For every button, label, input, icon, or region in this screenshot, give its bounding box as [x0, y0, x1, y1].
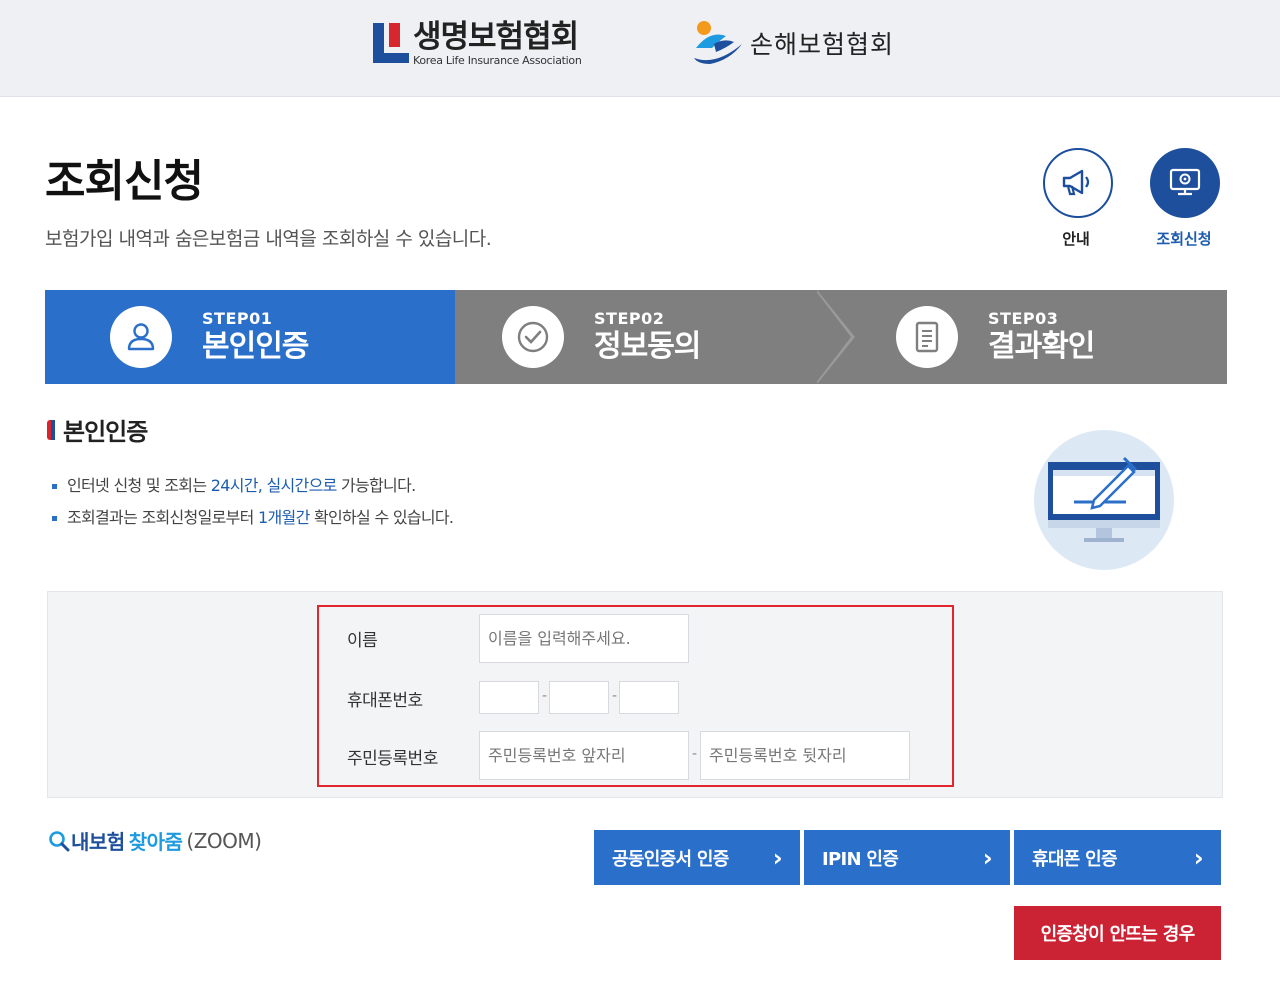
chevron-right-icon: ›	[982, 843, 993, 872]
step-1-name: 본인인증	[202, 329, 309, 364]
step-2-name: 정보동의	[594, 329, 701, 364]
rrn-back-input[interactable]	[700, 731, 910, 780]
step-1: STEP01 본인인증	[110, 290, 309, 384]
rrn-separator: -	[692, 746, 698, 762]
ipin-auth-label: IPIN 인증	[822, 848, 899, 870]
certificate-auth-label: 공동인증서 인증	[612, 848, 729, 870]
guide-label[interactable]: 안내	[1036, 228, 1116, 249]
step-progress-bar: STEP01 본인인증 STEP02 정보동의 STEP03 결과확인	[45, 290, 1227, 384]
request-button[interactable]	[1150, 148, 1220, 218]
section-title: 본인인증	[47, 412, 148, 447]
auth-window-help-button[interactable]: 인증창이 안뜨는 경우	[1014, 906, 1221, 960]
nonlife-logo-mark	[694, 21, 742, 64]
phone-label: 휴대폰번호	[347, 691, 423, 711]
name-label: 이름	[347, 631, 378, 651]
step-2: STEP02 정보동의	[502, 290, 701, 384]
notice-item: 조회결과는 조회신청일로부터 1개월간 확인하실 수 있습니다.	[52, 502, 454, 534]
life-insurance-logo[interactable]: 생명보험협회 Korea Life Insurance Association	[371, 20, 582, 68]
life-logo-text: 생명보험협회	[413, 19, 579, 55]
phone-auth-button[interactable]: 휴대폰 인증 ›	[1014, 830, 1221, 885]
step-2-number: STEP02	[594, 309, 665, 328]
bullet-icon	[52, 516, 57, 521]
monitor-search-icon	[1169, 168, 1201, 196]
phone-input-1[interactable]	[479, 681, 539, 714]
phone-input-3[interactable]	[619, 681, 679, 714]
page-subtitle: 보험가입 내역과 숨은보험금 내역을 조회하실 수 있습니다.	[45, 228, 492, 250]
phone-separator: -	[542, 688, 548, 704]
chevron-right-icon: ›	[1193, 843, 1204, 872]
rrn-label: 주민등록번호	[347, 749, 438, 769]
top-header: 생명보험협회 Korea Life Insurance Association …	[0, 0, 1280, 97]
step-1-number: STEP01	[202, 309, 273, 328]
certificate-auth-button[interactable]: 공동인증서 인증 ›	[594, 830, 800, 885]
step-3-number: STEP03	[988, 309, 1059, 328]
rrn-front-input[interactable]	[479, 731, 689, 780]
zoom-link-text-3: (ZOOM)	[186, 828, 262, 853]
monitor-illustration-icon	[1034, 430, 1174, 570]
chevron-right-icon: ›	[772, 843, 783, 872]
nonlife-insurance-logo[interactable]: 손해보험협회	[690, 18, 894, 68]
check-circle-icon	[502, 306, 564, 368]
notice-item: 인터넷 신청 및 조회는 24시간, 실시간으로 가능합니다.	[52, 470, 453, 502]
nonlife-logo-text: 손해보험협회	[750, 30, 895, 59]
user-icon	[110, 306, 172, 368]
page-title: 조회신청	[45, 156, 204, 207]
megaphone-icon	[1062, 169, 1090, 196]
step-3-name: 결과확인	[988, 329, 1095, 364]
zoom-link-text-1: 내보험	[71, 830, 125, 854]
section-title-text: 본인인증	[63, 418, 148, 446]
phone-auth-label: 휴대폰 인증	[1032, 848, 1118, 870]
ipin-auth-button[interactable]: IPIN 인증 ›	[804, 830, 1010, 885]
life-insurance-logo-mark	[371, 20, 411, 66]
zoom-link[interactable]: 내보험 찾아줌 (ZOOM)	[47, 826, 262, 855]
life-logo-en-text: Korea Life Insurance Association	[413, 54, 582, 67]
notice-list: 인터넷 신청 및 조회는 24시간, 실시간으로 가능합니다. 조회결과는 조회…	[52, 470, 454, 534]
phone-separator: -	[612, 688, 618, 704]
step-3: STEP03 결과확인	[896, 290, 1095, 384]
search-icon	[49, 830, 70, 851]
name-input[interactable]	[479, 614, 689, 663]
document-icon	[896, 306, 958, 368]
step-divider-inner	[815, 290, 851, 384]
section-flag-icon	[47, 419, 55, 440]
phone-input-2[interactable]	[549, 681, 609, 714]
guide-button[interactable]	[1043, 148, 1113, 218]
request-label[interactable]: 조회신청	[1144, 228, 1224, 249]
zoom-link-text-2: 찾아줌	[128, 830, 183, 854]
step-active-arrow	[421, 290, 455, 384]
bullet-icon	[52, 484, 57, 489]
